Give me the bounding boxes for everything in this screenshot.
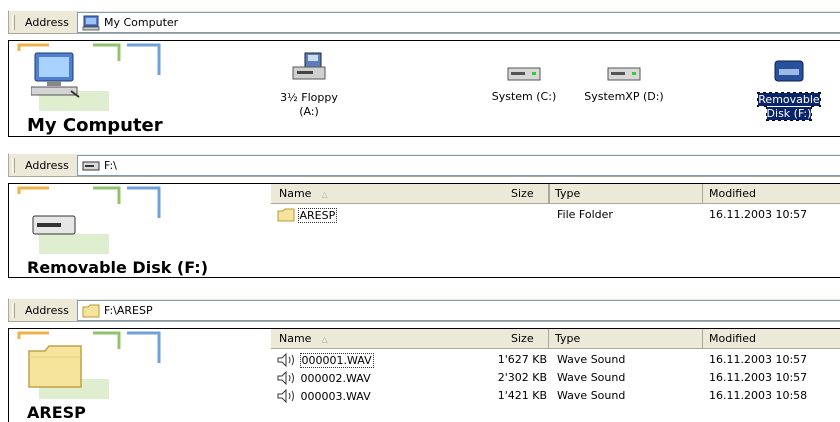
file-modified: 16.11.2003 10:57 [709,371,808,384]
sort-arrow-icon: △ [321,190,328,199]
window-my-computer: Address My Computer My Computer 3½ Flopp… [0,10,840,138]
toolbar-grip[interactable] [12,15,15,30]
file-size: 1'421 KB [497,389,547,402]
view-title: ARESP [27,403,86,422]
column-modified[interactable]: Modified [703,184,840,204]
file-modified: 16.11.2003 10:57 [709,208,808,221]
column-size-label: Size [511,332,534,345]
drive-label: System (C:) [491,90,557,103]
computer-icon [82,15,100,31]
toolbar-grip[interactable] [12,303,15,318]
address-field[interactable]: My Computer [77,12,840,33]
window-removable-disk: Address F:\ Removable Disk (F:) Name △ Ty… [0,153,840,278]
speaker-icon [277,370,297,388]
table-row[interactable]: 000002.WAV 2'302 KB Wave Sound 16.11.200… [271,369,840,387]
folder-view: ARESP Name △ Type Modified Size 000001.WA… [8,328,840,422]
column-headers: Name △ Type Modified Size [271,184,840,204]
file-size: 1'627 KB [497,353,547,366]
address-label: Address [25,16,69,29]
file-name: ARESP [297,208,338,223]
column-type[interactable]: Type [549,184,703,204]
address-field[interactable]: F:\ARESP [77,300,840,321]
address-label: Address [25,304,69,317]
address-value: My Computer [104,16,179,29]
view-title: My Computer [27,115,163,136]
folder-view: My Computer 3½ Floppy (A:) System (C:) Sy… [8,40,840,137]
my-computer-large-icon [30,51,81,102]
view-title: Removable Disk (F:) [27,258,208,277]
address-bar: Address My Computer [8,10,840,34]
drive-systemxp-d[interactable]: SystemXP (D:) [579,66,669,104]
table-row[interactable]: ARESP File Folder 16.11.2003 10:57 [271,206,840,224]
address-value: F:\ [104,159,117,172]
folder-watermark: My Computer [9,41,179,136]
column-headers: Name △ Type Modified Size [271,329,840,349]
sort-arrow-icon: △ [321,335,328,344]
file-name: 000001.WAV [299,353,374,368]
floppy-drive-icon [264,51,354,87]
file-size: 2'302 KB [497,371,547,384]
drive-system-c[interactable]: System (C:) [479,66,569,104]
folder-large-icon [27,343,83,392]
address-bar: Address F:\ [8,153,840,177]
file-type: Wave Sound [557,353,626,366]
drive-label: Removable Disk (F:) [757,92,821,121]
file-type: Wave Sound [557,389,626,402]
removable-drive-icon [82,158,100,174]
toolbar-grip[interactable] [12,158,15,173]
folder-icon [277,208,295,225]
drive-floppy-a[interactable]: 3½ Floppy (A:) [264,51,354,119]
folder-watermark: ARESP [9,329,179,422]
drive-label: SystemXP (D:) [584,90,664,103]
folder-view: Removable Disk (F:) Name △ Type Modified … [8,183,840,278]
hard-drive-icon [479,66,569,86]
file-type: Wave Sound [557,371,626,384]
address-bar: Address F:\ARESP [8,298,840,322]
file-type: File Folder [557,208,613,221]
table-row[interactable]: 000001.WAV 1'627 KB Wave Sound 16.11.200… [271,351,840,369]
column-type[interactable]: Type [549,329,703,349]
drive-label: 3½ Floppy (A:) [280,91,338,118]
folder-icon [82,303,100,319]
removable-disk-large-icon [31,214,77,241]
column-size-label: Size [511,187,534,200]
address-label: Address [25,159,69,172]
table-row[interactable]: 000003.WAV 1'421 KB Wave Sound 16.11.200… [271,387,840,405]
window-aresp: Address F:\ARESP ARESP Name △ Type Modifi… [0,298,840,422]
file-name: 000002.WAV [300,372,371,385]
removable-disk-icon [749,59,829,89]
address-field[interactable]: F:\ [77,155,840,176]
drive-removable-f[interactable]: Removable Disk (F:) [749,59,829,121]
column-modified[interactable]: Modified [703,329,840,349]
file-name: 000003.WAV [300,390,371,403]
speaker-icon [277,352,297,370]
column-name[interactable]: Name △ [271,184,549,204]
column-name[interactable]: Name △ [271,329,549,349]
file-modified: 16.11.2003 10:58 [709,389,808,402]
folder-watermark: Removable Disk (F:) [9,184,208,277]
address-value: F:\ARESP [104,304,153,317]
speaker-icon [277,388,297,406]
hard-drive-icon [579,66,669,86]
file-modified: 16.11.2003 10:57 [709,353,808,366]
